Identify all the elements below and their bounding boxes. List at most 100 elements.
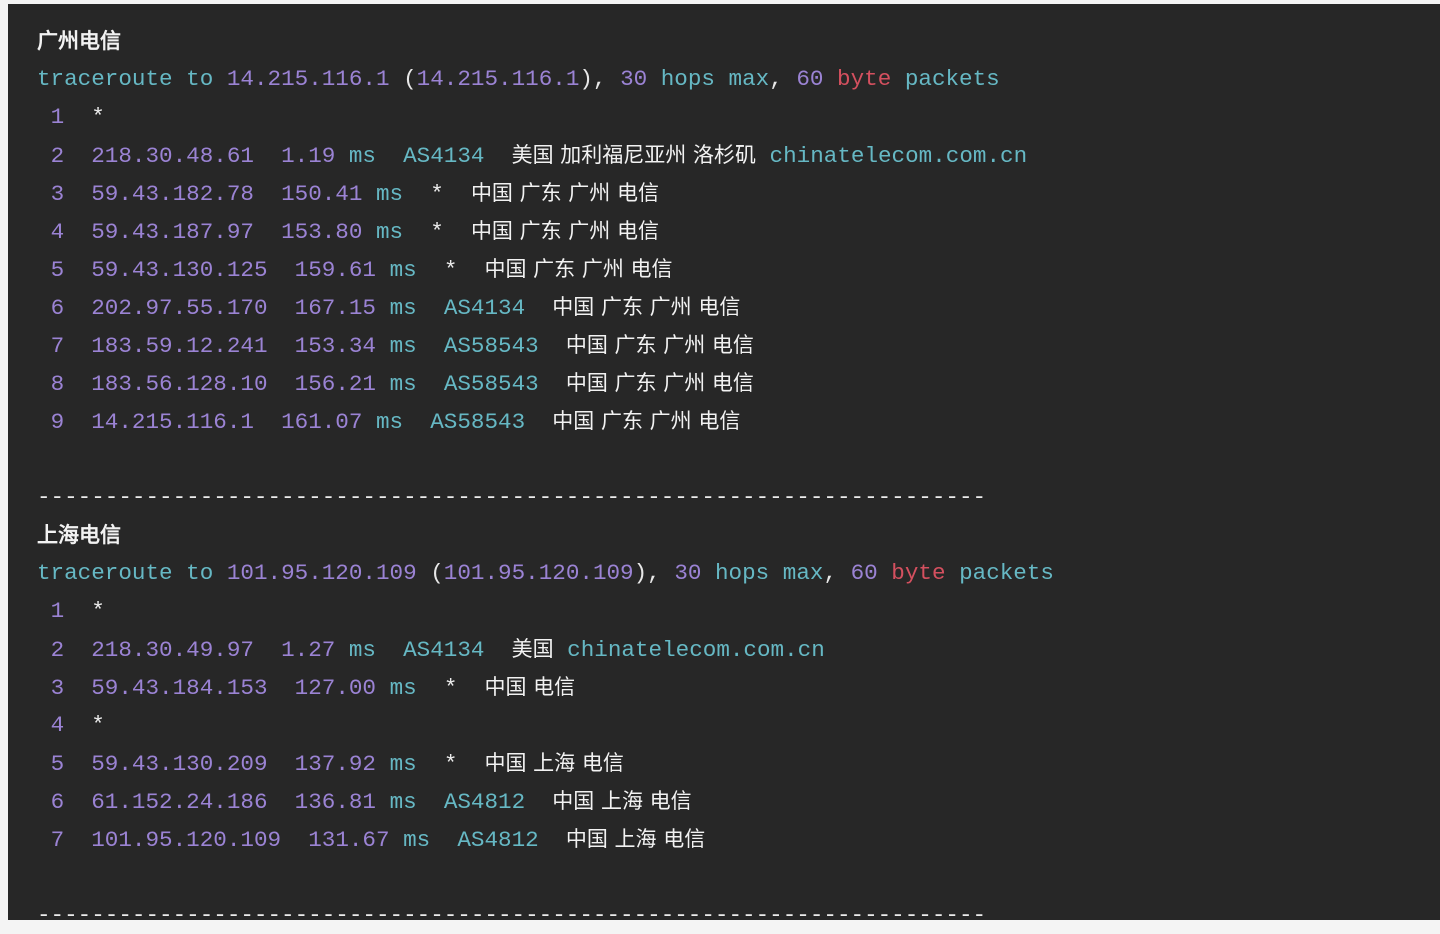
hop-rtt: 131.67 — [308, 827, 390, 853]
hop-number: 6 — [50, 789, 65, 815]
to-keyword: to — [186, 560, 214, 586]
hops-max-label: hops max — [715, 560, 824, 586]
hop-row: 4 59.43.187.97 153.80 ms * 中国 广东 广州 电信 — [37, 212, 1440, 250]
hop-asn: AS4134 — [403, 637, 485, 663]
section-title: 广州电信 — [37, 29, 121, 53]
hop-asn: * — [443, 257, 458, 283]
hop-ip: 59.43.130.125 — [91, 257, 268, 283]
to-keyword: to — [186, 66, 214, 92]
packets-label: packets — [959, 560, 1054, 586]
rtt-unit: ms — [389, 257, 417, 283]
hop-asn: * — [443, 675, 458, 701]
packet-size: 60 — [796, 66, 824, 92]
target-ip-paren: 101.95.120.109 — [443, 560, 634, 586]
hop-asn: * — [443, 751, 458, 777]
timeout-star: * — [91, 104, 105, 130]
hop-row: 3 59.43.182.78 150.41 ms * 中国 广东 广州 电信 — [37, 174, 1440, 212]
hop-geo: 中国 广东 广州 电信 — [565, 371, 754, 395]
separator: ----------------------------------------… — [37, 484, 987, 510]
hop-geo: 中国 上海 电信 — [565, 827, 706, 851]
hop-row: 6 202.97.55.170 167.15 ms AS4134 中国 广东 广… — [37, 288, 1440, 326]
hop-rtt: 1.19 — [281, 143, 336, 169]
hop-geo: 中国 广东 广州 电信 — [565, 333, 754, 357]
hop-ip: 14.215.116.1 — [91, 409, 254, 435]
hops-max-label: hops max — [660, 66, 770, 92]
hop-row: 7 101.95.120.109 131.67 ms AS4812 中国 上海 … — [37, 820, 1440, 858]
hop-number: 1 — [50, 104, 65, 130]
hop-asn: AS4134 — [443, 295, 526, 321]
hop-asn: AS58543 — [430, 409, 526, 435]
hop-geo: 中国 广东 广州 电信 — [552, 295, 741, 319]
hop-rtt: 167.15 — [294, 295, 376, 321]
max-hops: 30 — [620, 66, 648, 92]
hop-geo: 中国 电信 — [484, 675, 576, 699]
hop-row: 4 * — [37, 706, 1440, 744]
rtt-unit: ms — [348, 143, 376, 169]
hop-geo: 中国 上海 电信 — [552, 789, 692, 813]
hop-geo: 中国 广东 广州 电信 — [552, 409, 741, 433]
hop-ip: 59.43.187.97 — [91, 219, 254, 245]
hop-geo: 中国 广东 广州 电信 — [470, 219, 659, 243]
rtt-unit: ms — [389, 371, 417, 397]
hop-geo: 美国 — [511, 637, 554, 661]
byte-keyword: byte — [891, 560, 946, 586]
rtt-unit: ms — [376, 409, 404, 435]
hop-ip: 59.43.182.78 — [91, 181, 254, 207]
hop-rtt: 136.81 — [294, 789, 376, 815]
rtt-unit: ms — [389, 675, 417, 701]
hop-asn: AS4812 — [443, 789, 526, 815]
hop-row: 2 218.30.49.97 1.27 ms AS4134 美国 chinate… — [37, 630, 1440, 668]
hop-rtt: 137.92 — [294, 751, 376, 777]
hop-number: 3 — [50, 675, 65, 701]
hop-row: 2 218.30.48.61 1.19 ms AS4134 美国 加利福尼亚州 … — [37, 136, 1440, 174]
hop-asn: * — [430, 181, 444, 207]
hop-geo: 美国 加利福尼亚州 洛杉矶 — [511, 143, 756, 167]
hop-rtt: 150.41 — [281, 181, 363, 207]
hop-ip: 101.95.120.109 — [91, 827, 282, 853]
hop-asn: AS58543 — [443, 371, 539, 397]
hop-asn: * — [430, 219, 444, 245]
hop-asn: AS58543 — [443, 333, 539, 359]
hop-row: 7 183.59.12.241 153.34 ms AS58543 中国 广东 … — [37, 326, 1440, 364]
hop-row: 9 14.215.116.1 161.07 ms AS58543 中国 广东 广… — [37, 402, 1440, 440]
hop-asn: AS4812 — [457, 827, 539, 853]
byte-keyword: byte — [837, 66, 892, 92]
target-ip: 101.95.120.109 — [226, 560, 417, 586]
hop-ip: 202.97.55.170 — [91, 295, 268, 321]
hop-row: 6 61.152.24.186 136.81 ms AS4812 中国 上海 电… — [37, 782, 1440, 820]
hop-rtt: 1.27 — [281, 637, 336, 663]
hop-rtt: 153.80 — [281, 219, 363, 245]
hop-hostname: chinatelecom.com.cn — [567, 637, 825, 663]
hop-rtt: 153.34 — [294, 333, 376, 359]
hop-ip: 61.152.24.186 — [91, 789, 268, 815]
hop-rtt: 127.00 — [294, 675, 376, 701]
traceroute-header: traceroute to 14.215.116.1 (14.215.116.1… — [37, 66, 1000, 92]
hop-rtt: 161.07 — [281, 409, 363, 435]
hop-number: 8 — [50, 371, 65, 397]
rtt-unit: ms — [348, 637, 376, 663]
rtt-unit: ms — [389, 751, 417, 777]
hop-rtt: 156.21 — [294, 371, 376, 397]
rtt-unit: ms — [389, 333, 417, 359]
command: traceroute — [37, 560, 173, 586]
hop-number: 4 — [50, 219, 65, 245]
hop-number: 9 — [50, 409, 65, 435]
separator: ----------------------------------------… — [37, 902, 987, 928]
hop-ip: 183.56.128.10 — [91, 371, 268, 397]
target-ip-paren: 14.215.116.1 — [416, 66, 580, 92]
packets-label: packets — [904, 66, 1000, 92]
hop-ip: 218.30.48.61 — [91, 143, 254, 169]
hop-number: 2 — [50, 143, 65, 169]
hop-number: 4 — [50, 712, 65, 738]
timeout-star: * — [91, 598, 105, 624]
traceroute-header: traceroute to 101.95.120.109 (101.95.120… — [37, 560, 1054, 586]
hop-number: 1 — [50, 598, 65, 624]
hop-row: 5 59.43.130.125 159.61 ms * 中国 广东 广州 电信 — [37, 250, 1440, 288]
hop-number: 2 — [50, 637, 65, 663]
rtt-unit: ms — [376, 181, 404, 207]
timeout-star: * — [91, 712, 105, 738]
hop-asn: AS4134 — [403, 143, 485, 169]
hop-geo: 中国 上海 电信 — [484, 751, 624, 775]
